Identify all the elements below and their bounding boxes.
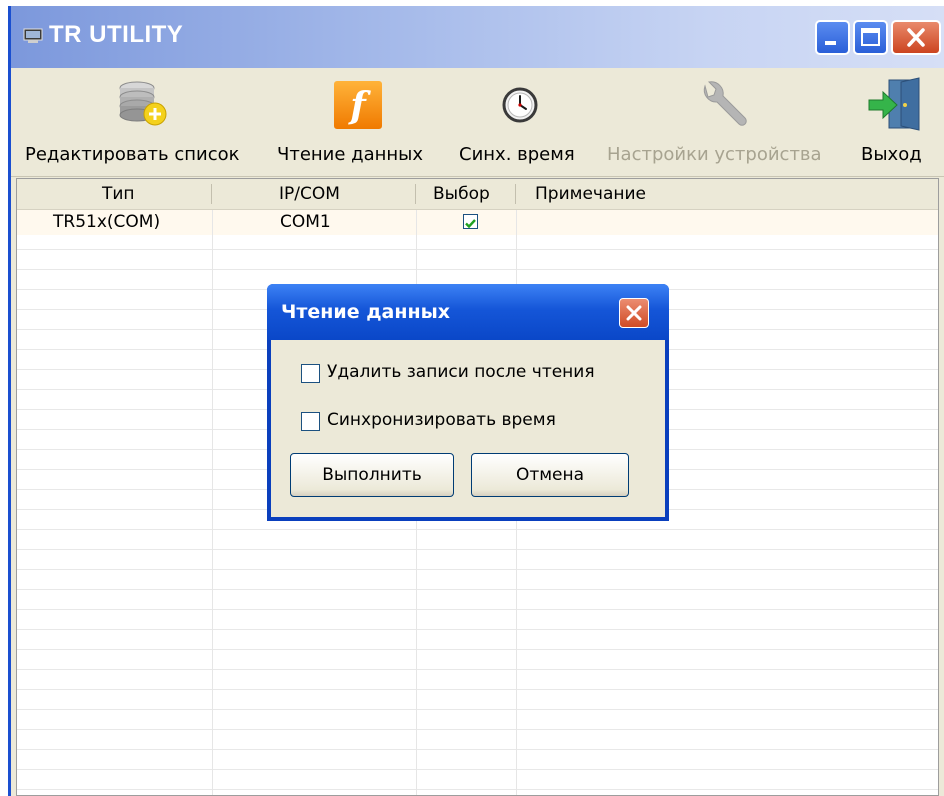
minimize-icon <box>825 41 836 45</box>
column-divider[interactable] <box>515 184 516 204</box>
wrench-icon <box>695 78 749 136</box>
sync-time-label: Синх. время <box>459 144 575 165</box>
dialog-title-bar[interactable]: Чтение данных <box>267 284 669 340</box>
close-icon <box>626 305 642 321</box>
edit-list-button[interactable]: Редактировать список <box>25 68 265 176</box>
cell-ip-com: COM1 <box>280 212 331 232</box>
cell-type: TR51x(COM) <box>53 212 161 232</box>
delete-after-read-label[interactable]: Удалить записи после чтения <box>327 362 595 382</box>
column-header-type[interactable]: Тип <box>102 179 135 209</box>
cancel-button[interactable]: Отмена <box>471 453 629 497</box>
database-add-icon <box>117 80 169 132</box>
maximize-icon <box>861 28 880 46</box>
delete-after-read-checkbox[interactable] <box>301 364 320 383</box>
toolbar: Редактировать список f Чтение данных Син… <box>11 68 944 177</box>
read-data-button[interactable]: f Чтение данных <box>277 68 445 176</box>
column-header-note[interactable]: Примечание <box>535 179 646 209</box>
select-checkbox[interactable] <box>463 214 478 229</box>
column-header-ip-com[interactable]: IP/COM <box>279 179 340 209</box>
title-bar[interactable]: TR UTILITY <box>11 6 944 68</box>
column-line <box>212 210 213 795</box>
close-icon <box>907 28 925 47</box>
minimize-button[interactable] <box>815 20 850 55</box>
exit-button[interactable]: Выход <box>861 68 933 176</box>
exit-door-icon <box>867 76 925 136</box>
sync-time-checkbox-label[interactable]: Синхронизировать время <box>327 410 556 430</box>
device-settings-label: Настройки устройства <box>607 144 822 165</box>
clock-icon <box>501 86 539 128</box>
window-title: TR UTILITY <box>49 21 184 48</box>
dialog-title: Чтение данных <box>281 301 451 323</box>
dialog-body: Удалить записи после чтения Синхронизиро… <box>271 340 665 517</box>
close-button[interactable] <box>891 20 941 55</box>
execute-button[interactable]: Выполнить <box>290 453 454 497</box>
app-icon <box>23 28 43 44</box>
read-data-label: Чтение данных <box>277 144 424 165</box>
read-data-dialog: Чтение данных Удалить записи после чтени… <box>267 284 669 521</box>
sync-time-button[interactable]: Синх. время <box>459 68 589 176</box>
checkmark-icon <box>465 219 476 229</box>
column-divider[interactable] <box>415 184 416 204</box>
dialog-close-button[interactable] <box>619 298 649 328</box>
maximize-button[interactable] <box>853 20 888 55</box>
device-settings-button[interactable]: Настройки устройства <box>603 68 843 176</box>
function-icon: f <box>333 80 383 134</box>
sync-time-checkbox[interactable] <box>301 412 320 431</box>
column-divider[interactable] <box>211 184 212 204</box>
exit-label: Выход <box>861 144 922 165</box>
edit-list-label: Редактировать список <box>25 144 240 165</box>
column-header-select[interactable]: Выбор <box>433 179 490 209</box>
grid-header: Тип IP/COM Выбор Примечание <box>17 179 938 210</box>
